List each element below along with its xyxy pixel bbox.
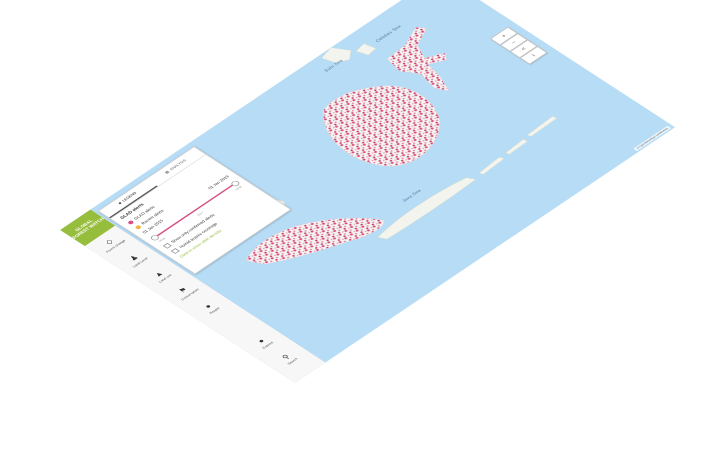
info-icon: i (530, 53, 537, 58)
map-app: GLOBAL FOREST WATCH ◇ Forest change ♟ La… (60, 0, 675, 383)
minus-icon: − (510, 40, 518, 45)
tab-legend-label: LEGEND (121, 191, 139, 203)
globe-icon: ● (256, 337, 267, 345)
share-icon: < (520, 46, 528, 52)
legend-icon: ■ (117, 201, 124, 206)
sidebar-bottom: ● Explore ⚲ Search (239, 326, 298, 366)
plus-icon: + (500, 33, 508, 39)
analysis-icon: ▦ (164, 170, 171, 175)
stage: GLOBAL FOREST WATCH ◇ Forest change ♟ La… (0, 0, 728, 470)
